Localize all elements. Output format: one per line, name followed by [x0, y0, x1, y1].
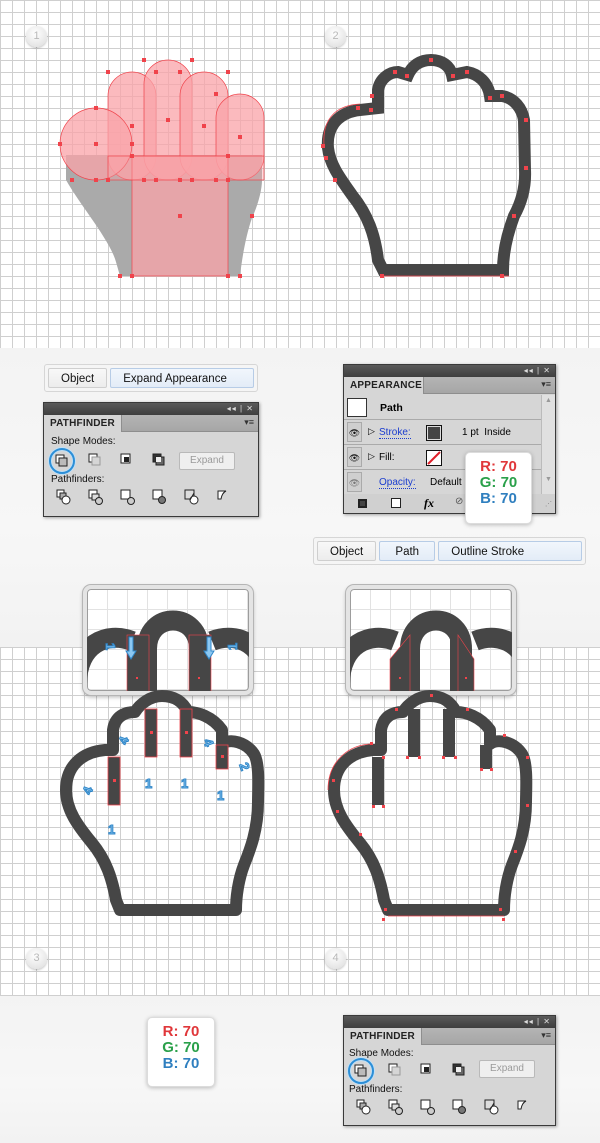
panel-tabs: PATHFINDER ▾≡: [44, 415, 258, 432]
fill-none-swatch[interactable]: [426, 450, 442, 466]
add-stroke-icon[interactable]: [358, 499, 367, 508]
visibility-eye-icon[interactable]: 👁: [347, 472, 362, 492]
crop-icon[interactable]: [452, 1099, 466, 1114]
exclude-icon[interactable]: [152, 453, 166, 467]
panel-menu-icon[interactable]: ▾≡: [541, 379, 551, 390]
outline-icon[interactable]: [484, 1099, 499, 1115]
minus-front-icon[interactable]: [88, 453, 102, 467]
step2-hand-outline: [321, 53, 532, 278]
pathfinders-label: Pathfinders:: [51, 474, 105, 485]
outline-icon[interactable]: [184, 489, 199, 505]
rgb-color-card: R: 70 G: 70 B: 70: [147, 1017, 215, 1087]
clear-appearance-icon[interactable]: ⊘: [455, 496, 463, 507]
add-fill-icon[interactable]: [391, 498, 401, 508]
tab-pathfinder[interactable]: PATHFINDER: [344, 1028, 422, 1045]
panel-menu-icon[interactable]: ▾≡: [541, 1030, 551, 1041]
appearance-scrollbar[interactable]: ▲ ▼: [541, 395, 555, 495]
object-type-label: Path: [380, 402, 403, 414]
menu-path-expand-appearance: Object Expand Appearance: [44, 364, 259, 392]
visibility-eye-icon[interactable]: 👁: [347, 447, 362, 467]
resize-grip-icon[interactable]: ⋰: [545, 500, 552, 508]
panel-title-bar[interactable]: ◂◂ | ✕: [344, 365, 555, 377]
menu-object[interactable]: Object: [317, 541, 377, 561]
panel-title-bar[interactable]: ◂◂ | ✕: [344, 1016, 555, 1028]
trim-icon[interactable]: [388, 1099, 403, 1115]
minus-front-icon[interactable]: [388, 1063, 402, 1077]
anchor-points: [332, 694, 529, 921]
pathfinders-label: Pathfinders:: [349, 1084, 403, 1095]
shape-modes-label: Shape Modes:: [51, 436, 116, 447]
expand-button[interactable]: Expand: [179, 452, 235, 470]
intersect-icon[interactable]: [120, 453, 134, 467]
menu-outline-stroke[interactable]: Outline Stroke: [438, 541, 583, 561]
menu-path-outline-stroke: Object Path Outline Stroke: [313, 537, 587, 565]
red-value: R: 70: [480, 458, 517, 475]
tab-pathfinder[interactable]: PATHFINDER: [44, 415, 122, 432]
minus-back-icon[interactable]: [516, 1099, 530, 1113]
menu-object[interactable]: Object: [48, 368, 108, 388]
scroll-up-arrow-icon[interactable]: ▲: [545, 397, 552, 404]
green-value: G: 70: [162, 1039, 200, 1056]
intersect-icon[interactable]: [420, 1063, 434, 1077]
panel-tabs: APPEARANCE ▾≡: [344, 377, 555, 394]
stroke-color-swatch[interactable]: [426, 425, 442, 441]
object-thumbnail: [347, 398, 367, 417]
divide-icon[interactable]: [56, 489, 71, 505]
exclude-icon[interactable]: [452, 1063, 466, 1077]
stroke-label[interactable]: Stroke:: [379, 427, 411, 439]
green-value: G: 70: [479, 474, 518, 491]
panel-collapse-close-icons[interactable]: ◂◂ | ✕: [227, 403, 254, 415]
visibility-eye-icon[interactable]: 👁: [347, 422, 362, 442]
pathfinder-panel-bottom: ◂◂ | ✕ PATHFINDER ▾≡ Shape Modes: Expand…: [343, 1015, 556, 1126]
crop-icon[interactable]: [152, 489, 166, 504]
stroke-weight-value: 1 pt Inside: [462, 427, 511, 438]
unite-icon[interactable]: [354, 1064, 368, 1078]
expand-triangle-icon[interactable]: ▷: [368, 451, 375, 462]
fill-label[interactable]: Fill:: [379, 452, 395, 463]
panel-title-bar[interactable]: ◂◂ | ✕: [44, 403, 258, 415]
appearance-stroke-row[interactable]: 👁 ▷ Stroke: 1 pt Inside: [344, 420, 542, 445]
expand-button[interactable]: Expand: [479, 1060, 535, 1078]
opacity-value: Default: [430, 477, 462, 488]
step4-outlined-hand: [327, 690, 533, 921]
scroll-down-arrow-icon[interactable]: ▼: [545, 476, 552, 483]
unite-icon[interactable]: [55, 454, 69, 468]
menu-path[interactable]: Path: [379, 541, 436, 561]
appearance-object-row[interactable]: Path: [344, 395, 542, 420]
rgb-color-card: R: 70 G: 70 B: 70: [465, 452, 532, 524]
pathfinder-panel-top: ◂◂ | ✕ PATHFINDER ▾≡ Shape Modes: Expand…: [43, 402, 259, 517]
panel-menu-icon[interactable]: ▾≡: [244, 417, 254, 428]
hand-outline-stroke: [321, 53, 532, 276]
merge-icon[interactable]: [120, 489, 135, 505]
blue-value: B: 70: [162, 1055, 200, 1072]
divide-icon[interactable]: [356, 1099, 371, 1115]
fx-icon[interactable]: fx: [424, 496, 434, 511]
opacity-label[interactable]: Opacity:: [379, 477, 416, 489]
panel-tabs: PATHFINDER ▾≡: [344, 1028, 555, 1045]
trim-icon[interactable]: [88, 489, 103, 505]
panel-collapse-close-icons[interactable]: ◂◂ | ✕: [524, 365, 551, 377]
minus-back-icon[interactable]: [216, 489, 230, 503]
red-value: R: 70: [162, 1023, 200, 1040]
expand-triangle-icon[interactable]: ▷: [368, 426, 375, 437]
merge-icon[interactable]: [420, 1099, 435, 1115]
tab-appearance[interactable]: APPEARANCE: [344, 377, 424, 394]
panel-collapse-close-icons[interactable]: ◂◂ | ✕: [524, 1016, 551, 1028]
blue-value: B: 70: [480, 490, 517, 507]
menu-expand-appearance[interactable]: Expand Appearance: [110, 368, 255, 388]
